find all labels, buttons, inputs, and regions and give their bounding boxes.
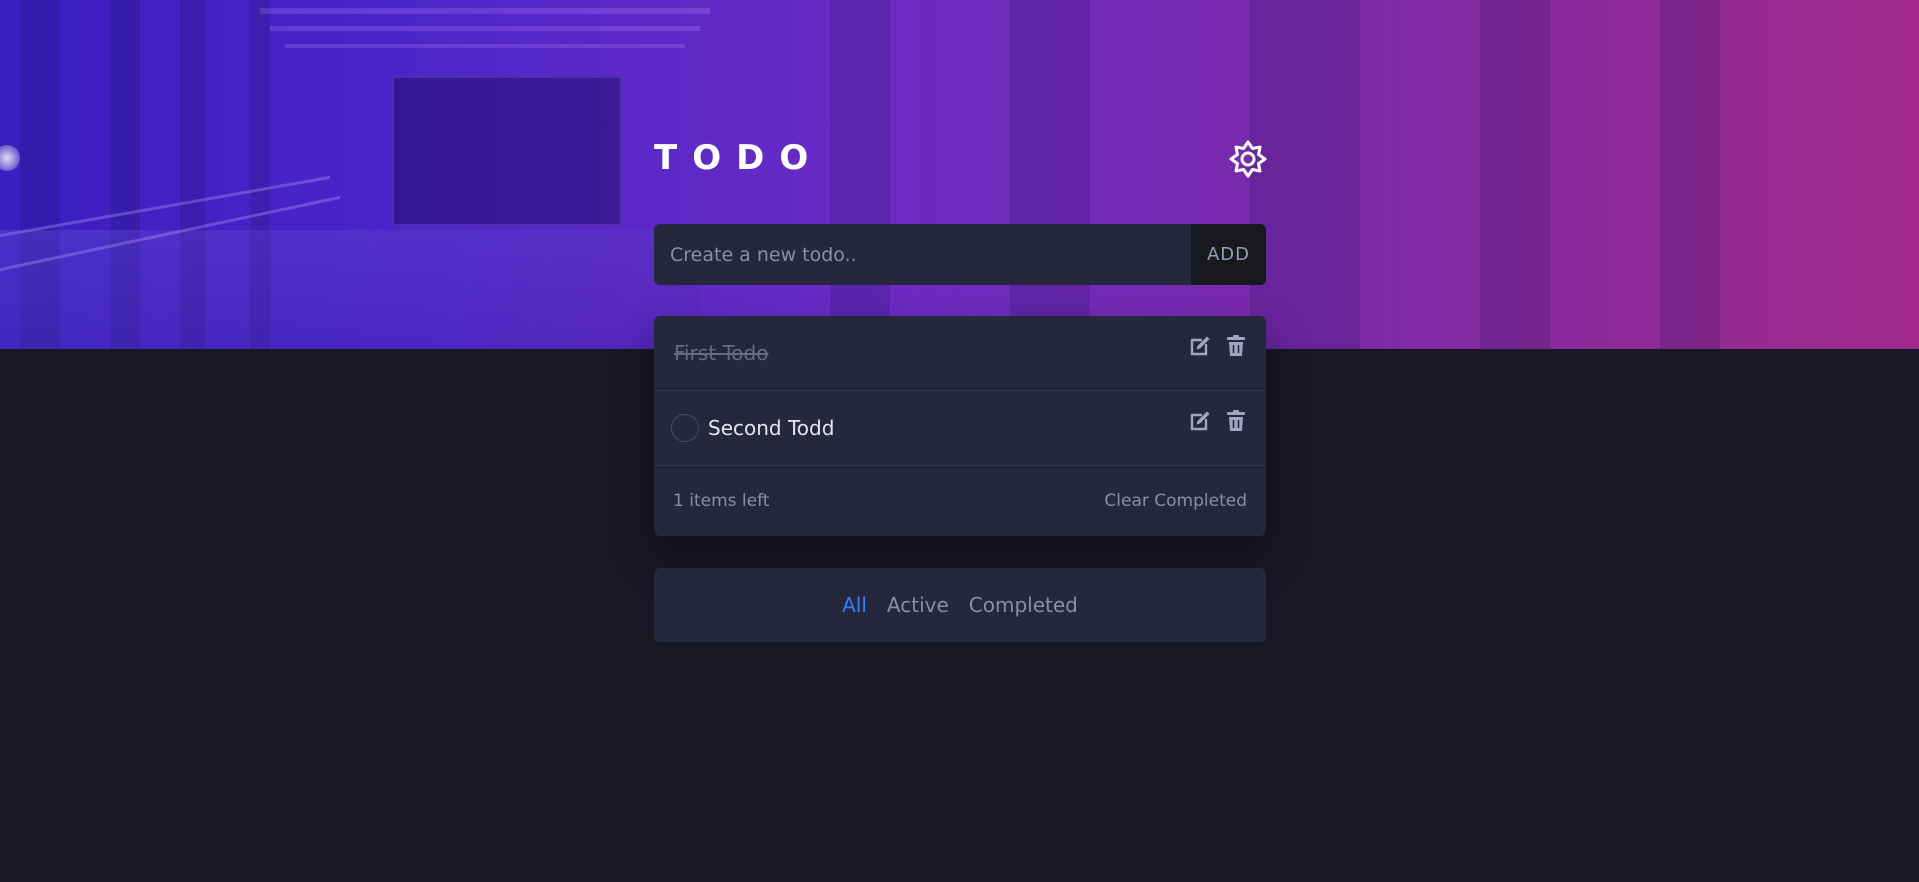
filter-all[interactable]: All [842,593,867,617]
new-todo-form: ADD [654,224,1266,285]
todo-text[interactable]: Second Todd [708,416,834,440]
theme-toggle-button[interactable] [1228,139,1268,179]
todo-list: First Todo Second Todd 1 items left Clea… [654,316,1266,536]
todo-item: Second Todd [654,391,1266,466]
todo-item: First Todo [654,316,1266,391]
hero-background [0,0,1919,349]
sun-gear-icon [1229,140,1267,178]
add-todo-button[interactable]: ADD [1191,224,1266,285]
filter-bar: All Active Completed [654,568,1266,642]
todo-footer: 1 items left Clear Completed [654,466,1266,536]
trash-icon[interactable] [1224,334,1248,358]
trash-icon[interactable] [1224,409,1248,433]
clear-completed-button[interactable]: Clear Completed [1104,491,1247,511]
todo-checkbox[interactable] [671,414,699,442]
items-left-count: 1 items left [673,491,770,511]
page-title: TODO [654,138,824,178]
todo-text[interactable]: First Todo [674,341,768,365]
filter-active[interactable]: Active [887,593,949,617]
filter-completed[interactable]: Completed [969,593,1078,617]
edit-icon[interactable] [1188,409,1212,433]
new-todo-input[interactable] [654,224,1191,285]
edit-icon[interactable] [1188,334,1212,358]
